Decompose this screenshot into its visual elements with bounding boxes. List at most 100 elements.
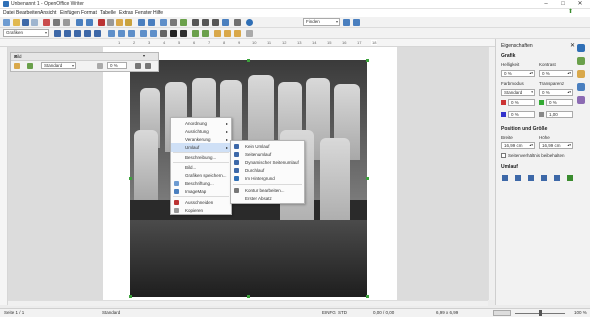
blue-input[interactable]: 0 % — [508, 111, 535, 118]
close-icon[interactable]: ✕ — [570, 42, 575, 49]
line-style-icon[interactable] — [170, 30, 177, 37]
contrast-input[interactable]: 0 % ▴▾ — [539, 70, 573, 77]
redo-icon[interactable] — [148, 19, 155, 26]
align-center-icon[interactable] — [118, 30, 125, 37]
menu-item-kopieren[interactable]: Kopieren — [171, 206, 231, 215]
vertical-scrollbar[interactable] — [488, 47, 495, 300]
bring-front-icon[interactable] — [192, 30, 199, 37]
red-input[interactable]: 0 % — [508, 99, 535, 106]
menu-format[interactable]: Format — [81, 10, 97, 16]
style-select[interactable]: Grafiken ▾ — [3, 29, 49, 37]
gamma-input[interactable]: 1,00 — [546, 111, 573, 118]
resize-handle-tr[interactable] — [366, 59, 369, 62]
picture-toolbar-header[interactable]: Bild ▾ ✕ — [11, 53, 158, 61]
view-layout-icon[interactable] — [493, 310, 511, 316]
close-icon[interactable]: ✕ — [14, 54, 155, 60]
find-next-icon[interactable] — [343, 19, 350, 26]
print-preview-icon[interactable] — [63, 19, 70, 26]
align-middle-icon[interactable] — [150, 30, 157, 37]
autospell-icon[interactable] — [86, 19, 93, 26]
menu-datei[interactable]: Datei — [3, 10, 15, 16]
menu-ansicht[interactable]: Ansicht — [40, 10, 56, 16]
align-right-icon[interactable] — [128, 30, 135, 37]
close-button[interactable]: ✕ — [572, 0, 588, 9]
datasources-icon[interactable] — [212, 19, 219, 26]
resize-handle-left[interactable] — [129, 177, 132, 180]
wrap-page-icon[interactable] — [64, 30, 71, 37]
show-draw-icon[interactable] — [180, 19, 187, 26]
save-icon[interactable] — [22, 19, 29, 26]
selection-mode[interactable]: STD — [338, 310, 347, 315]
align-top-icon[interactable] — [140, 30, 147, 37]
update-icon[interactable]: ⬆ — [568, 9, 576, 16]
wrap-page-icon[interactable] — [515, 175, 521, 181]
menu-item-beschreibung[interactable]: Beschreibung... — [171, 153, 231, 162]
page-style[interactable]: Standard — [102, 310, 120, 315]
keep-ratio-checkbox[interactable] — [501, 153, 506, 158]
insert-mode[interactable]: EINFG — [322, 310, 336, 315]
menu-item-umlauf[interactable]: Umlauf ▸ — [171, 143, 231, 152]
paste-icon[interactable] — [116, 19, 123, 26]
pdf-export-icon[interactable] — [43, 19, 50, 26]
graphics-mode-icon[interactable] — [27, 63, 33, 69]
help-icon[interactable] — [246, 19, 253, 26]
wrap-optimal-icon[interactable] — [74, 30, 81, 37]
resize-handle-br[interactable] — [366, 295, 369, 298]
wrap-right-icon[interactable] — [94, 30, 101, 37]
horizontal-ruler[interactable]: 1 2 3 4 5 6 7 8 9 10 11 12 13 14 15 16 1… — [0, 39, 495, 47]
new-document-icon[interactable] — [3, 19, 10, 26]
menu-einfuegen[interactable]: Einfügen — [60, 10, 80, 16]
wrap-off-icon[interactable] — [54, 30, 61, 37]
border-color-icon[interactable] — [180, 30, 187, 37]
spellcheck-icon[interactable] — [76, 19, 83, 26]
mail-icon[interactable] — [31, 19, 38, 26]
resize-handle-right[interactable] — [366, 177, 369, 180]
transparency-input[interactable]: 0 % ▴▾ — [539, 89, 573, 96]
align-left-icon[interactable] — [108, 30, 115, 37]
navigator-tab-icon[interactable] — [577, 83, 585, 91]
maximize-button[interactable]: □ — [555, 0, 571, 9]
first-paragraph-item[interactable]: Erster Absatz — [231, 194, 304, 203]
menu-item-imagemap[interactable]: ImageMap — [171, 187, 231, 196]
width-input[interactable]: 16,99 cm ▴▾ — [501, 142, 535, 149]
wrap-optimal-icon[interactable] — [528, 175, 534, 181]
menu-extras[interactable]: Extras — [119, 10, 133, 16]
wrap-left-icon[interactable] — [84, 30, 91, 37]
wrap-contour-icon[interactable] — [567, 175, 573, 181]
section-umlauf[interactable]: Umlauf — [501, 164, 518, 170]
find-previous-icon[interactable] — [353, 19, 360, 26]
height-input[interactable]: 16,99 cm ▴▾ — [539, 142, 573, 149]
nonprinting-chars-icon[interactable] — [222, 19, 229, 26]
flip-vertical-icon[interactable] — [135, 63, 141, 69]
wrap-background-item[interactable]: Im Hintergrund — [231, 174, 304, 183]
anchor-char-icon[interactable] — [234, 30, 241, 37]
section-grafik[interactable]: Grafik — [501, 53, 515, 59]
gallery-icon[interactable] — [202, 19, 209, 26]
styles-tab-icon[interactable] — [577, 57, 585, 65]
find-input[interactable]: Finden ▾ — [303, 18, 340, 26]
zoom-level[interactable]: 100 % — [574, 310, 587, 315]
functions-tab-icon[interactable] — [577, 96, 585, 104]
zoom-icon[interactable] — [234, 19, 241, 26]
open-folder-icon[interactable] — [13, 19, 20, 26]
properties-tab-icon[interactable] — [577, 44, 585, 52]
cut-icon[interactable] — [98, 19, 105, 26]
green-input[interactable]: 0 % — [546, 99, 573, 106]
anchor-paragraph-icon[interactable] — [224, 30, 231, 37]
brightness-input[interactable]: 0 % ▴▾ — [501, 70, 535, 77]
page-indicator[interactable]: Seite 1 / 1 — [4, 310, 24, 315]
resize-handle-top[interactable] — [247, 59, 250, 62]
hyperlink-icon[interactable] — [160, 19, 167, 26]
wrap-none-icon[interactable] — [502, 175, 508, 181]
undo-icon[interactable] — [138, 19, 145, 26]
clone-format-icon[interactable] — [125, 19, 132, 26]
section-position[interactable]: Position und Größe — [501, 126, 547, 132]
resize-handle-bottom[interactable] — [247, 295, 250, 298]
menu-hilfe[interactable]: Hilfe — [153, 10, 163, 16]
gallery-tab-icon[interactable] — [577, 70, 585, 78]
transparency-input[interactable]: 0 % — [107, 62, 127, 69]
menu-fenster[interactable]: Fenster — [135, 10, 152, 16]
resize-handle-bl[interactable] — [129, 295, 132, 298]
flip-horizontal-icon[interactable] — [145, 63, 151, 69]
colormode-select[interactable]: Standard ▾ — [501, 89, 535, 96]
